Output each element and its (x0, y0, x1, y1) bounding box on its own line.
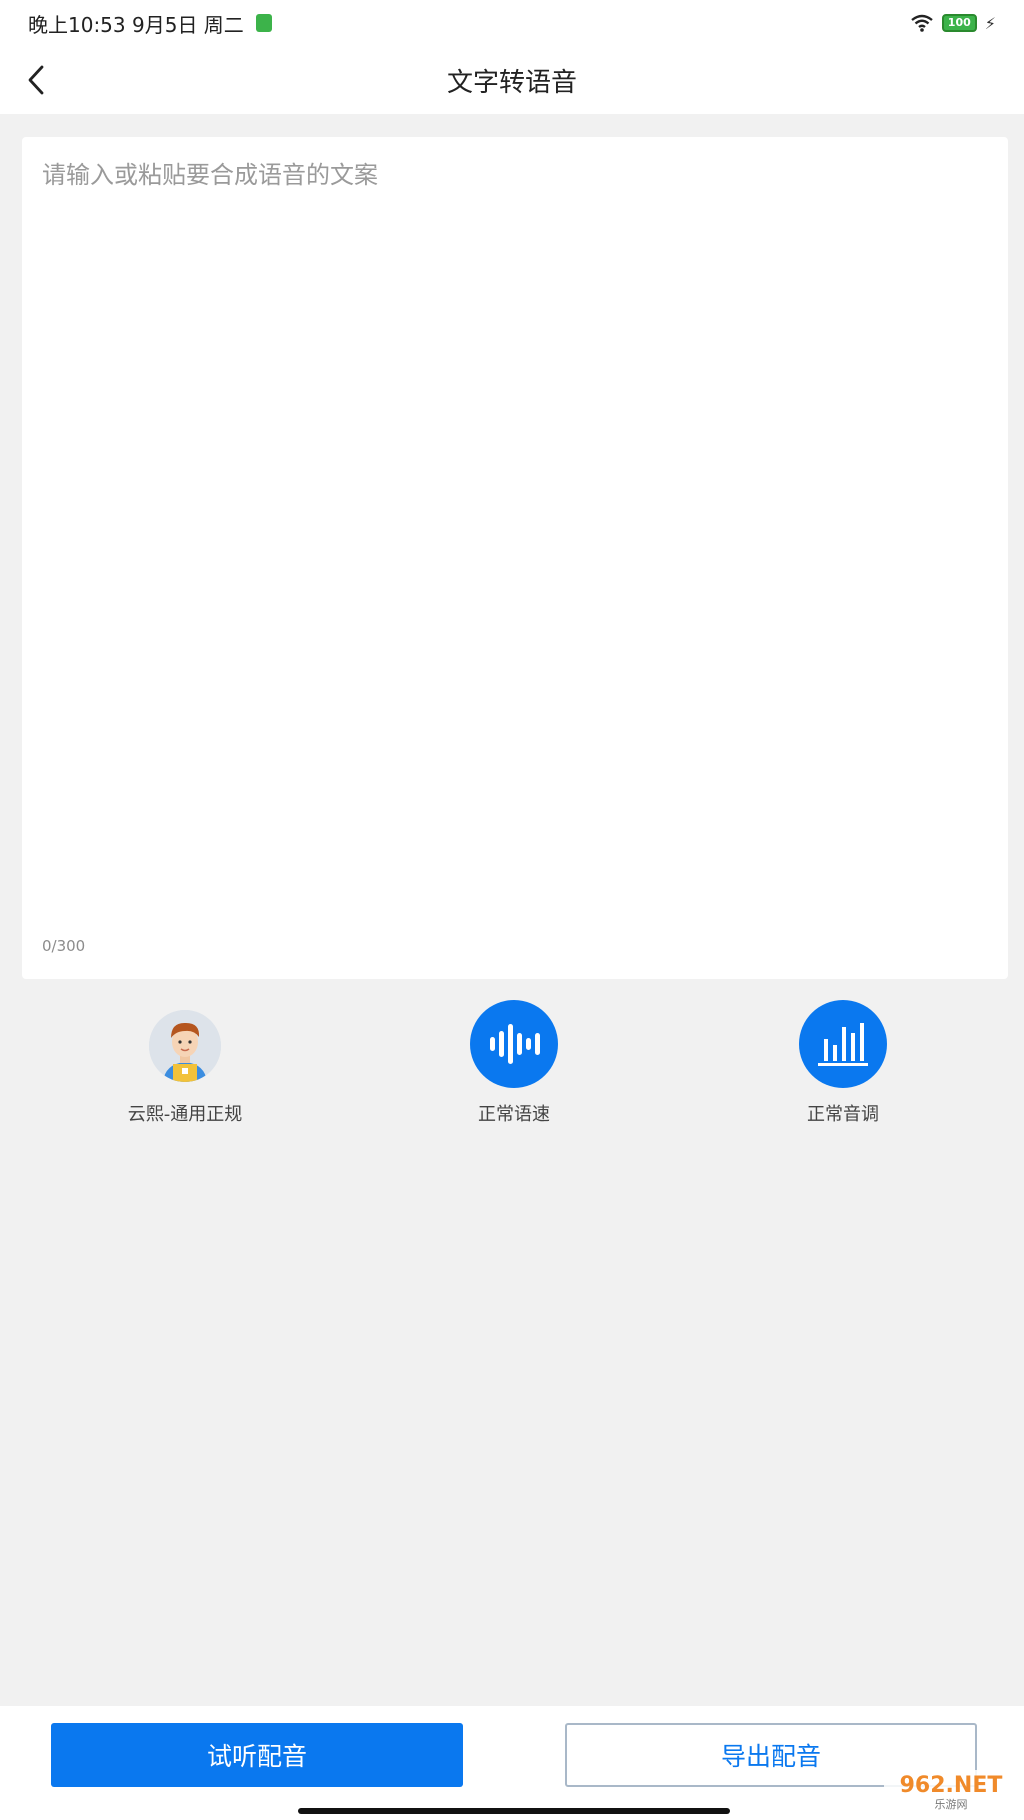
watermark-sub: 乐游网 (934, 1797, 968, 1811)
text-card: 0/300 (22, 137, 1008, 979)
home-indicator[interactable] (298, 1808, 730, 1814)
back-button[interactable] (14, 58, 58, 102)
wifi-icon (911, 14, 933, 32)
char-counter: 0/300 (42, 937, 86, 955)
options-row: 云熙-通用正规 正常语速 正常音调 (0, 1000, 1024, 1140)
speed-option[interactable]: 正常语速 (414, 1000, 614, 1126)
notification-icon (255, 14, 272, 32)
bar-chart-icon (818, 1023, 868, 1066)
status-left: 晚上10:53 9月5日 周二 (28, 9, 272, 38)
battery-level: 100 (941, 14, 977, 32)
status-time: 晚上10:53 9月5日 周二 (28, 12, 244, 37)
pitch-circle (799, 1000, 887, 1088)
pitch-label: 正常音调 (807, 1104, 879, 1125)
text-input[interactable] (42, 157, 988, 937)
watermark-main: 962.NET (899, 1772, 1003, 1798)
sound-wave-icon (490, 1024, 540, 1064)
chevron-left-icon (28, 65, 44, 95)
status-bar: 晚上10:53 9月5日 周二 100 ⚡ (0, 0, 1024, 46)
bottom-action-bar: 试听配音 导出配音 (0, 1706, 1024, 1820)
speed-circle (470, 1000, 558, 1088)
app-screen: 晚上10:53 9月5日 周二 100 ⚡ 文字转语音 0/300 (0, 0, 1024, 1820)
watermark-logo: 962.NET 乐游网 (884, 1770, 1018, 1814)
voice-avatar (149, 1010, 221, 1082)
speed-label: 正常语速 (478, 1104, 550, 1125)
person-avatar-icon (149, 1010, 221, 1082)
nav-bar: 文字转语音 (0, 46, 1024, 114)
charging-icon: ⚡ (984, 13, 996, 33)
voice-label: 云熙-通用正规 (127, 1104, 243, 1125)
pitch-option[interactable]: 正常音调 (743, 1000, 943, 1126)
status-right: 100 ⚡ (910, 14, 996, 33)
voice-option[interactable]: 云熙-通用正规 (85, 1000, 285, 1126)
page-title: 文字转语音 (446, 67, 577, 98)
preview-listen-button[interactable]: 试听配音 (51, 1723, 463, 1787)
